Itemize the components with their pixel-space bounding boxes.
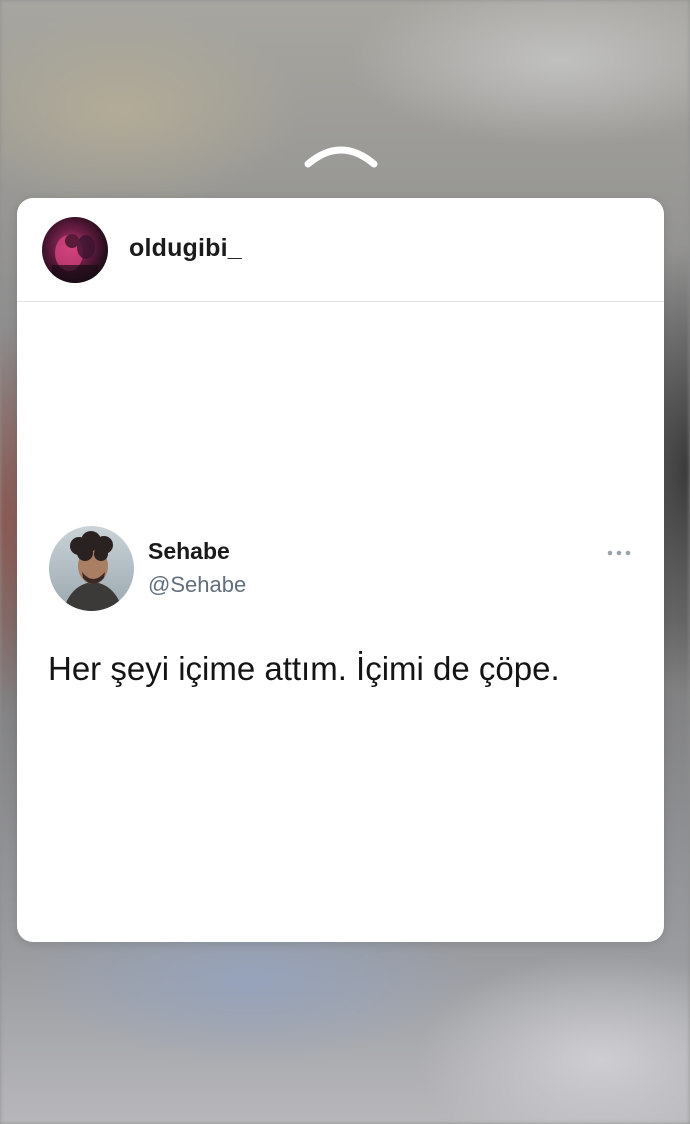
tweet-display-name[interactable]: Sehabe	[148, 538, 230, 565]
avatar[interactable]	[42, 217, 108, 283]
post-username[interactable]: oldugibi_	[129, 234, 242, 263]
post-preview-card[interactable]: oldugibi_ Sehabe @Sehabe Her şeyi içime …	[17, 198, 664, 942]
tweet-avatar[interactable]	[49, 526, 134, 611]
more-options-icon[interactable]	[606, 543, 632, 563]
post-header: oldugibi_	[17, 198, 664, 302]
tweet-handle[interactable]: @Sehabe	[148, 572, 246, 598]
chevron-up-icon[interactable]	[302, 140, 380, 172]
tweet-text: Her şeyi içime attım. İçimi de çöpe.	[48, 650, 560, 687]
